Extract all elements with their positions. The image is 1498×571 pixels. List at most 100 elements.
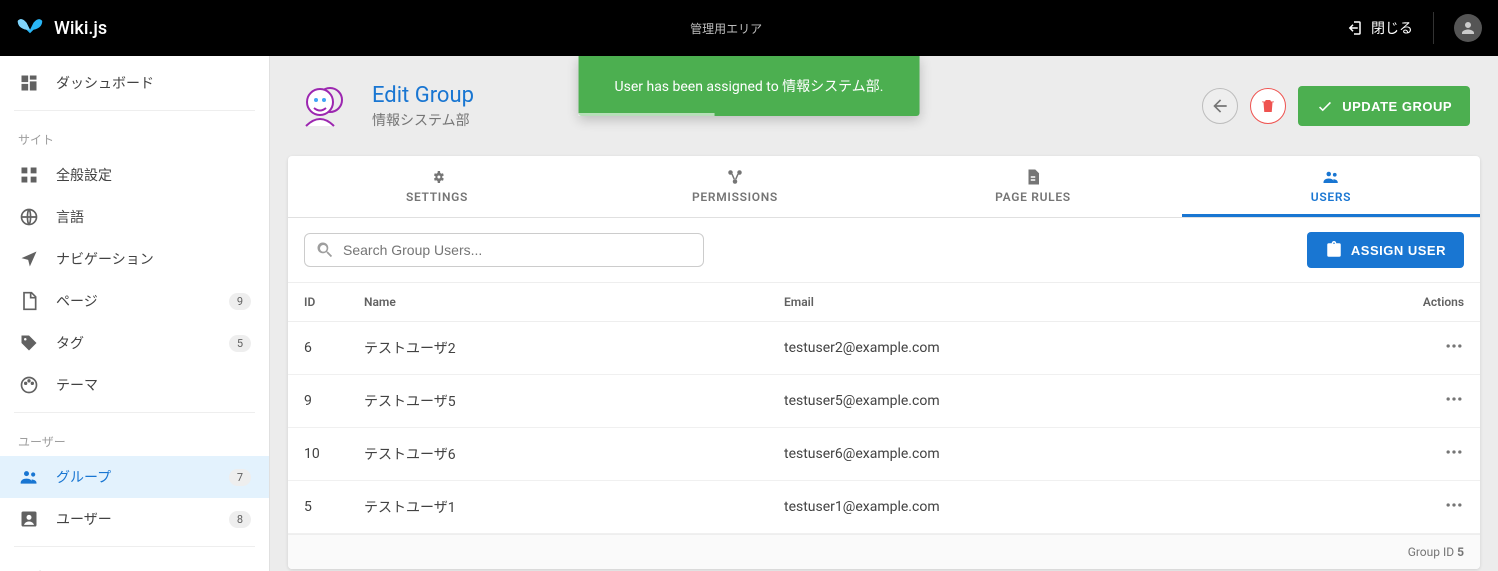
sidebar-item-label: ユーザー <box>56 509 213 529</box>
cell-name: テストユーザ6 <box>348 428 768 481</box>
row-menu-button[interactable] <box>1444 336 1464 356</box>
more-horizontal-icon <box>1444 389 1464 409</box>
table-row[interactable]: 5テストユーザ1testuser1@example.com <box>288 481 1480 534</box>
th-email[interactable]: Email <box>768 283 1390 322</box>
table-row[interactable]: 9テストユーザ5testuser5@example.com <box>288 375 1480 428</box>
cell-email: testuser2@example.com <box>768 322 1390 375</box>
arrow-left-icon <box>1210 96 1230 116</box>
page-icon <box>18 290 40 312</box>
sidebar-item-label: 全般設定 <box>56 165 251 185</box>
globe-icon <box>18 206 40 228</box>
cell-name: テストユーザ1 <box>348 481 768 534</box>
sidebar-item-label: タグ <box>56 333 213 353</box>
tabs: SETTINGS PERMISSIONS PAGE RULES USERS <box>288 156 1480 218</box>
users-card: SETTINGS PERMISSIONS PAGE RULES USERS <box>288 156 1480 569</box>
search-input[interactable] <box>343 242 693 258</box>
cell-id: 5 <box>288 481 348 534</box>
user-icon <box>18 508 40 530</box>
sidebar-item-users[interactable]: ユーザー 8 <box>0 498 269 540</box>
permissions-icon <box>726 168 744 186</box>
cell-actions <box>1390 322 1480 375</box>
sidebar-item-navigation[interactable]: ナビゲーション <box>0 238 269 280</box>
card-footer: Group ID 5 <box>288 534 1480 569</box>
close-button[interactable]: 閉じる <box>1345 18 1413 38</box>
tab-label: SETTINGS <box>406 190 468 204</box>
sidebar-item-label: グループ <box>56 467 213 487</box>
more-horizontal-icon <box>1444 442 1464 462</box>
sidebar-item-label: テーマ <box>56 375 251 395</box>
close-label: 閉じる <box>1371 18 1413 38</box>
sidebar-item-language[interactable]: 言語 <box>0 196 269 238</box>
cell-actions <box>1390 428 1480 481</box>
groups-icon <box>18 466 40 488</box>
cell-email: testuser6@example.com <box>768 428 1390 481</box>
cell-actions <box>1390 481 1480 534</box>
group-id-value: 5 <box>1457 545 1464 559</box>
exit-icon <box>1345 19 1363 37</box>
sidebar-item-label: ページ <box>56 291 213 311</box>
sidebar-item-dashboard[interactable]: ダッシュボード <box>0 62 269 104</box>
row-menu-button[interactable] <box>1444 389 1464 409</box>
cell-actions <box>1390 375 1480 428</box>
sidebar-item-pages[interactable]: ページ 9 <box>0 280 269 322</box>
update-button-label: UPDATE GROUP <box>1342 99 1452 114</box>
users-icon <box>1322 168 1340 186</box>
sidebar-section-user: ユーザー <box>0 419 269 456</box>
tab-users[interactable]: USERS <box>1182 156 1480 217</box>
topbar: Wiki.js 管理用エリア 閉じる <box>0 0 1498 56</box>
cell-id: 9 <box>288 375 348 428</box>
sidebar-item-groups[interactable]: グループ 7 <box>0 456 269 498</box>
cell-id: 10 <box>288 428 348 481</box>
th-name[interactable]: Name <box>348 283 768 322</box>
tab-settings[interactable]: SETTINGS <box>288 156 586 217</box>
sidebar-badge: 7 <box>229 469 251 486</box>
divider <box>1433 12 1434 44</box>
sidebar-item-tags[interactable]: タグ 5 <box>0 322 269 364</box>
sidebar-item-label: 言語 <box>56 207 251 227</box>
tag-icon <box>18 332 40 354</box>
assign-user-button[interactable]: ASSIGN USER <box>1307 232 1464 268</box>
table-row[interactable]: 6テストユーザ2testuser2@example.com <box>288 322 1480 375</box>
group-avatar-icon <box>298 78 354 134</box>
sidebar-item-label: ナビゲーション <box>56 249 251 269</box>
divider <box>14 546 255 547</box>
sidebar-badge: 8 <box>229 511 251 528</box>
palette-icon <box>18 374 40 396</box>
tab-label: PAGE RULES <box>995 190 1071 204</box>
sidebar-section-module: モジュール <box>0 553 269 571</box>
main: Edit Group 情報システム部 UPDATE GROUP <box>270 56 1498 571</box>
dashboard-icon <box>18 72 40 94</box>
navigation-icon <box>18 248 40 270</box>
page-rules-icon <box>1024 168 1042 186</box>
users-table: ID Name Email Actions 6テストユーザ2testuser2@… <box>288 283 1480 534</box>
cell-id: 6 <box>288 322 348 375</box>
divider <box>14 412 255 413</box>
sidebar-section-site: サイト <box>0 117 269 154</box>
more-horizontal-icon <box>1444 495 1464 515</box>
th-actions: Actions <box>1390 283 1480 322</box>
toast-progress <box>579 113 715 116</box>
widgets-icon <box>18 164 40 186</box>
tab-page-rules[interactable]: PAGE RULES <box>884 156 1182 217</box>
tab-label: PERMISSIONS <box>692 190 778 204</box>
th-id[interactable]: ID <box>288 283 348 322</box>
logo[interactable]: Wiki.js <box>16 17 107 39</box>
table-row[interactable]: 10テストユーザ6testuser6@example.com <box>288 428 1480 481</box>
assign-button-label: ASSIGN USER <box>1351 243 1446 258</box>
row-menu-button[interactable] <box>1444 442 1464 462</box>
cell-email: testuser1@example.com <box>768 481 1390 534</box>
tab-permissions[interactable]: PERMISSIONS <box>586 156 884 217</box>
avatar[interactable] <box>1454 14 1482 42</box>
sidebar-item-general[interactable]: 全般設定 <box>0 154 269 196</box>
search-wrap[interactable] <box>304 233 704 267</box>
more-horizontal-icon <box>1444 336 1464 356</box>
back-button[interactable] <box>1202 88 1238 124</box>
sidebar-item-theme[interactable]: テーマ <box>0 364 269 406</box>
update-group-button[interactable]: UPDATE GROUP <box>1298 86 1470 126</box>
row-menu-button[interactable] <box>1444 495 1464 515</box>
delete-button[interactable] <box>1250 88 1286 124</box>
app-name: Wiki.js <box>54 18 107 39</box>
group-id-label: Group ID <box>1408 545 1454 559</box>
cell-email: testuser5@example.com <box>768 375 1390 428</box>
sidebar-item-label: ダッシュボード <box>56 73 251 93</box>
